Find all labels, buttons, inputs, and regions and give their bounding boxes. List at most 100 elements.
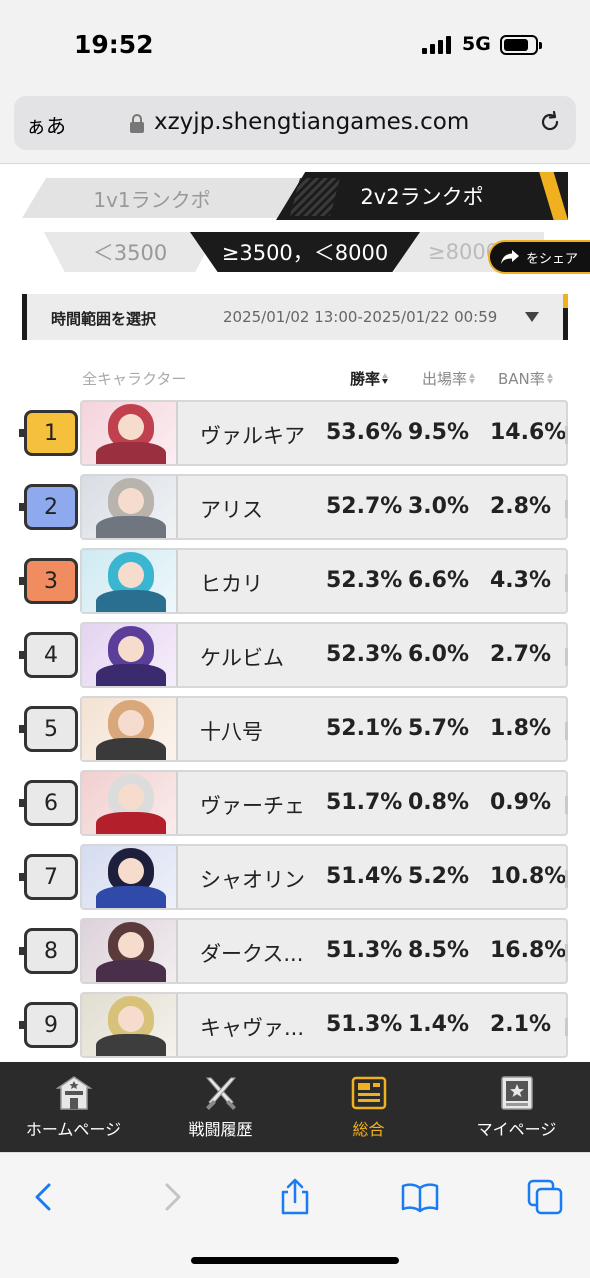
- character-card[interactable]: ヴァルキア 53.6% 9.5% 14.6%: [80, 400, 568, 466]
- nav-my-page-label: マイページ: [476, 1120, 557, 1139]
- lock-icon: [130, 114, 144, 133]
- bottom-navigation: ホームページ 戦闘履歴 総合 マイページ: [0, 1062, 590, 1152]
- nav-my-page[interactable]: マイページ: [443, 1062, 590, 1152]
- tab-1v1-rank[interactable]: 1v1ランクポ: [22, 178, 322, 218]
- rank-badge: 3: [19, 558, 78, 604]
- sort-arrows-icon: [546, 373, 553, 384]
- pick-rate-value: 6.6%: [408, 568, 470, 593]
- nav-battle-history-label: 戦闘履歴: [188, 1120, 253, 1139]
- mode-tabs: 1v1ランクポ 2v2ランクポ: [0, 172, 590, 222]
- win-rate-value: 52.3%: [326, 568, 403, 593]
- ranking-row[interactable]: 8 ダークス... 51.3% 8.5% 16.8%: [0, 918, 590, 984]
- column-ban-rate-label: BAN率: [498, 370, 545, 388]
- rank-badge: 6: [19, 780, 78, 826]
- ranking-row[interactable]: 6 ヴァーチェ 51.7% 0.8% 0.9%: [0, 770, 590, 836]
- character-card[interactable]: ヴァーチェ 51.7% 0.8% 0.9%: [80, 770, 568, 836]
- character-avatar: [82, 772, 178, 834]
- dropdown-caret-icon: [525, 312, 539, 322]
- ranking-row[interactable]: 1 ヴァルキア 53.6% 9.5% 14.6%: [0, 400, 590, 466]
- character-avatar: [82, 920, 178, 982]
- ranking-row[interactable]: 4 ケルビム 52.3% 6.0% 2.7%: [0, 622, 590, 688]
- ranking-row[interactable]: 5 十八号 52.1% 5.7% 1.8%: [0, 696, 590, 762]
- status-bar: 19:52 5G: [0, 0, 590, 90]
- sort-pick-rate[interactable]: 出場率: [422, 368, 476, 389]
- reader-options-button[interactable]: ぁあ: [26, 110, 66, 139]
- ban-rate-value: 2.1%: [490, 1012, 552, 1037]
- share-icon[interactable]: [275, 1177, 315, 1217]
- tabs-icon[interactable]: [525, 1177, 565, 1217]
- sort-arrows-icon: [382, 373, 389, 384]
- ranking-row[interactable]: 3 ヒカリ 52.3% 6.6% 4.3%: [0, 548, 590, 614]
- win-rate-value: 53.6%: [326, 420, 403, 445]
- nav-home[interactable]: ホームページ: [0, 1062, 147, 1152]
- character-name: キャヴァ...: [200, 1016, 305, 1040]
- status-time: 19:52: [74, 30, 154, 59]
- crossed-swords-icon: [205, 1077, 236, 1110]
- character-name: ケルビム: [200, 646, 284, 670]
- character-avatar: [82, 550, 178, 612]
- ban-rate-value: 0.9%: [490, 790, 552, 815]
- pick-rate-value: 6.0%: [408, 642, 470, 667]
- pick-rate-value: 5.7%: [408, 716, 470, 741]
- character-name: ヴァルキア: [200, 424, 305, 448]
- forward-icon[interactable]: [152, 1177, 192, 1217]
- nav-overall[interactable]: 総合: [295, 1062, 442, 1152]
- browser-address-area: ぁあ xzyjp.shengtiangames.com: [0, 90, 590, 164]
- character-avatar: [82, 624, 178, 686]
- profile-card-icon: [500, 1076, 533, 1110]
- ranking-row[interactable]: 9 キャヴァ... 51.3% 1.4% 2.1%: [0, 992, 590, 1058]
- time-range-value: 2025/01/02 13:00-2025/01/22 00:59: [223, 308, 498, 326]
- rank-badge: 2: [19, 484, 78, 530]
- network-type: 5G: [462, 33, 491, 55]
- tab-score-low[interactable]: ＜3500: [44, 232, 216, 272]
- character-avatar: [82, 698, 178, 760]
- win-rate-value: 51.3%: [326, 1012, 403, 1037]
- back-icon[interactable]: [24, 1177, 64, 1217]
- ban-rate-value: 4.3%: [490, 568, 552, 593]
- sort-win-rate[interactable]: 勝率: [350, 368, 389, 389]
- character-card[interactable]: アリス 52.7% 3.0% 2.8%: [80, 474, 568, 540]
- character-avatar: [82, 476, 178, 538]
- character-name: ヴァーチェ: [200, 794, 305, 818]
- time-range-selector[interactable]: 時間範囲を選択 2025/01/02 13:00-2025/01/22 00:5…: [22, 294, 568, 340]
- nav-overall-label: 総合: [352, 1120, 385, 1139]
- character-avatar: [82, 994, 178, 1056]
- share-button[interactable]: をシェア: [488, 240, 590, 274]
- browser-toolbar: [0, 1152, 590, 1278]
- character-card[interactable]: シャオリン 51.4% 5.2% 10.8%: [80, 844, 568, 910]
- ranking-row[interactable]: 7 シャオリン 51.4% 5.2% 10.8%: [0, 844, 590, 910]
- character-card[interactable]: ヒカリ 52.3% 6.6% 4.3%: [80, 548, 568, 614]
- reload-icon[interactable]: [538, 110, 562, 134]
- url-text[interactable]: xzyjp.shengtiangames.com: [154, 109, 469, 135]
- win-rate-value: 52.1%: [326, 716, 403, 741]
- pick-rate-value: 0.8%: [408, 790, 470, 815]
- stats-board-icon: [351, 1076, 386, 1110]
- character-card[interactable]: 十八号 52.1% 5.7% 1.8%: [80, 696, 568, 762]
- pick-rate-value: 8.5%: [408, 938, 470, 963]
- share-label: をシェア: [526, 251, 579, 267]
- column-pick-rate-label: 出場率: [422, 370, 468, 388]
- character-name: アリス: [200, 498, 263, 522]
- address-bar[interactable]: ぁあ xzyjp.shengtiangames.com: [14, 96, 576, 150]
- pick-rate-value: 1.4%: [408, 1012, 470, 1037]
- character-card[interactable]: ケルビム 52.3% 6.0% 2.7%: [80, 622, 568, 688]
- nav-battle-history[interactable]: 戦闘履歴: [147, 1062, 294, 1152]
- column-all-characters: 全キャラクター: [82, 370, 187, 388]
- character-avatar: [82, 402, 178, 464]
- ranking-row[interactable]: 2 アリス 52.7% 3.0% 2.8%: [0, 474, 590, 540]
- ban-rate-value: 14.6%: [490, 420, 567, 445]
- tab-score-mid[interactable]: ≥3500，＜8000: [190, 232, 420, 272]
- home-icon: [55, 1076, 92, 1110]
- rank-badge: 1: [19, 410, 78, 456]
- character-card[interactable]: キャヴァ... 51.3% 1.4% 2.1%: [80, 992, 568, 1058]
- pick-rate-value: 9.5%: [408, 420, 470, 445]
- cellular-signal-icon: [422, 36, 454, 54]
- rank-badge: 9: [19, 1002, 78, 1048]
- pick-rate-value: 5.2%: [408, 864, 470, 889]
- rank-badge: 7: [19, 854, 78, 900]
- character-card[interactable]: ダークス... 51.3% 8.5% 16.8%: [80, 918, 568, 984]
- sort-ban-rate[interactable]: BAN率: [498, 368, 553, 389]
- pick-rate-value: 3.0%: [408, 494, 470, 519]
- win-rate-value: 51.4%: [326, 864, 403, 889]
- bookmarks-icon[interactable]: [400, 1177, 440, 1217]
